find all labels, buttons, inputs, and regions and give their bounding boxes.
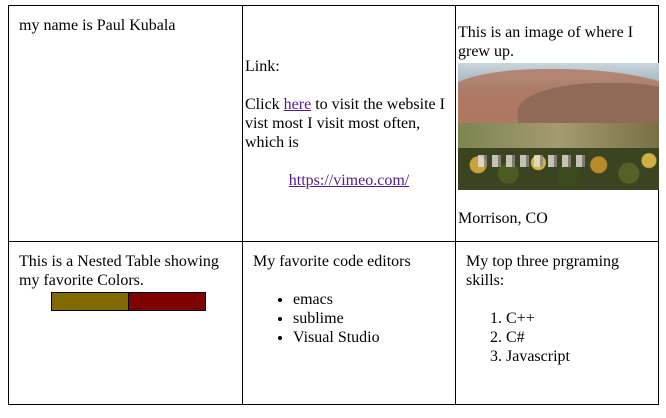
vimeo-link[interactable]: https://vimeo.com/ <box>289 172 409 189</box>
link-cell: Link: Click here to visit the website I … <box>242 5 456 242</box>
list-item: Javascript <box>506 347 648 366</box>
editors-title: My favorite code editors <box>253 253 411 270</box>
list-item: sublime <box>293 309 445 328</box>
editors-list: emacs sublime Visual Studio <box>253 290 445 347</box>
name-text: my name is Paul Kubala <box>19 17 176 34</box>
page: my name is Paul Kubala Link: Click here … <box>0 0 666 418</box>
image-cell: This is an image of where I grew up. Mor… <box>455 5 659 242</box>
list-item: C# <box>506 328 648 347</box>
nested-cell: This is a Nested Table showing my favori… <box>8 241 243 405</box>
skills-list: C++ C# Javascript <box>466 309 648 366</box>
name-cell: my name is Paul Kubala <box>8 5 243 242</box>
link-heading: Link: <box>245 58 280 75</box>
here-link[interactable]: here <box>284 96 312 113</box>
main-table: my name is Paul Kubala Link: Click here … <box>8 5 659 405</box>
skills-cell: My top three prgraming skills: C++ C# Ja… <box>455 241 659 405</box>
table-row: my name is Paul Kubala Link: Click here … <box>8 5 659 242</box>
skills-title: My top three prgraming skills: <box>466 253 620 289</box>
editors-cell: My favorite code editors emacs sublime V… <box>242 241 456 405</box>
click-prefix: Click <box>245 96 284 113</box>
color-swatch-olive <box>51 292 129 311</box>
list-item: emacs <box>293 290 445 309</box>
hometown-photo <box>458 63 659 190</box>
table-row: This is a Nested Table showing my favori… <box>8 241 659 405</box>
list-item: Visual Studio <box>293 328 445 347</box>
nested-description: This is a Nested Table showing my favori… <box>19 253 219 289</box>
image-caption: This is an image of where I grew up. <box>458 24 634 60</box>
color-swatch-maroon <box>128 292 206 311</box>
link-paragraph: Click here to visit the website I vist m… <box>245 95 453 152</box>
location-text: Morrison, CO <box>458 210 548 227</box>
nested-color-table <box>51 292 206 311</box>
list-item: C++ <box>506 309 648 328</box>
